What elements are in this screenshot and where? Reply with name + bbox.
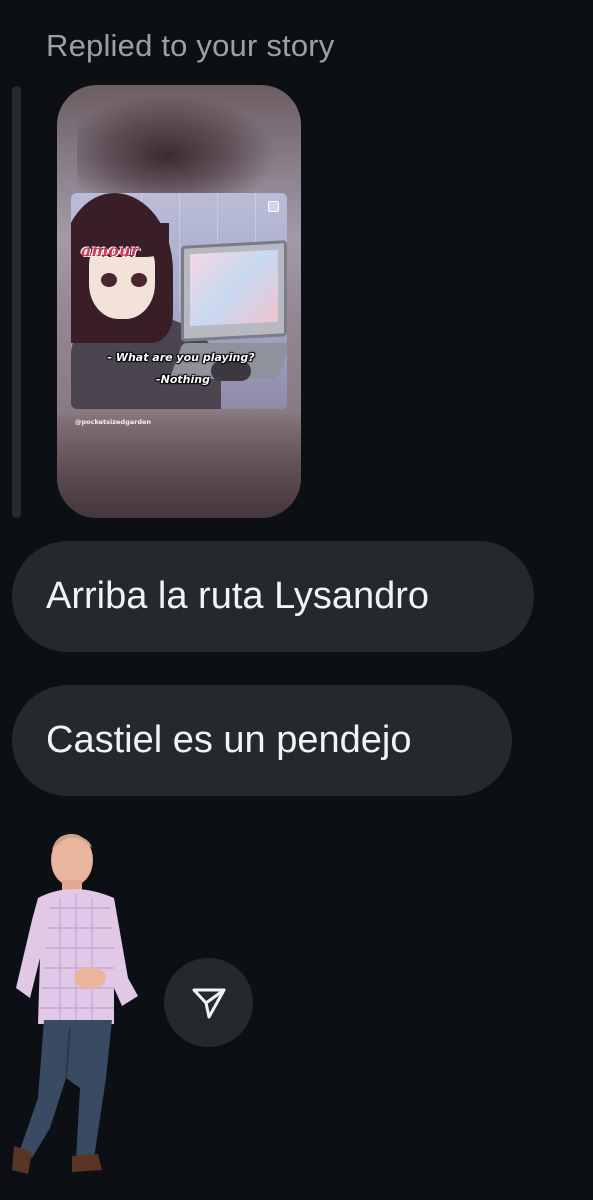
laptop bbox=[181, 240, 287, 342]
multi-post-icon bbox=[268, 201, 279, 212]
story-blurred-footer bbox=[57, 415, 301, 518]
story-watermark: @pocketsizedgarden bbox=[75, 418, 152, 426]
message-bubble[interactable]: Arriba la ruta Lysandro bbox=[12, 541, 534, 652]
laptop-screen bbox=[190, 249, 278, 327]
paper-plane-icon bbox=[192, 988, 225, 1018]
reply-indicator-bar bbox=[12, 86, 21, 518]
message-text: Castiel es un pendejo bbox=[46, 719, 412, 761]
story-caption-question: - What are you playing? bbox=[107, 351, 255, 364]
sticker-image bbox=[12, 834, 138, 1174]
replied-to-story-label: Replied to your story bbox=[46, 28, 335, 63]
message-text: Arriba la ruta Lysandro bbox=[46, 575, 430, 617]
send-button[interactable] bbox=[164, 958, 253, 1047]
story-caption-answer: -Nothing bbox=[156, 373, 210, 386]
story-image: amour - What are you playing? -Nothing bbox=[71, 193, 287, 409]
message-bubble[interactable]: Castiel es un pendejo bbox=[12, 685, 512, 796]
man-sticker-icon[interactable] bbox=[10, 828, 150, 1178]
story-reply-preview[interactable]: amour - What are you playing? -Nothing @… bbox=[57, 85, 301, 518]
game-logo: amour bbox=[81, 241, 140, 260]
